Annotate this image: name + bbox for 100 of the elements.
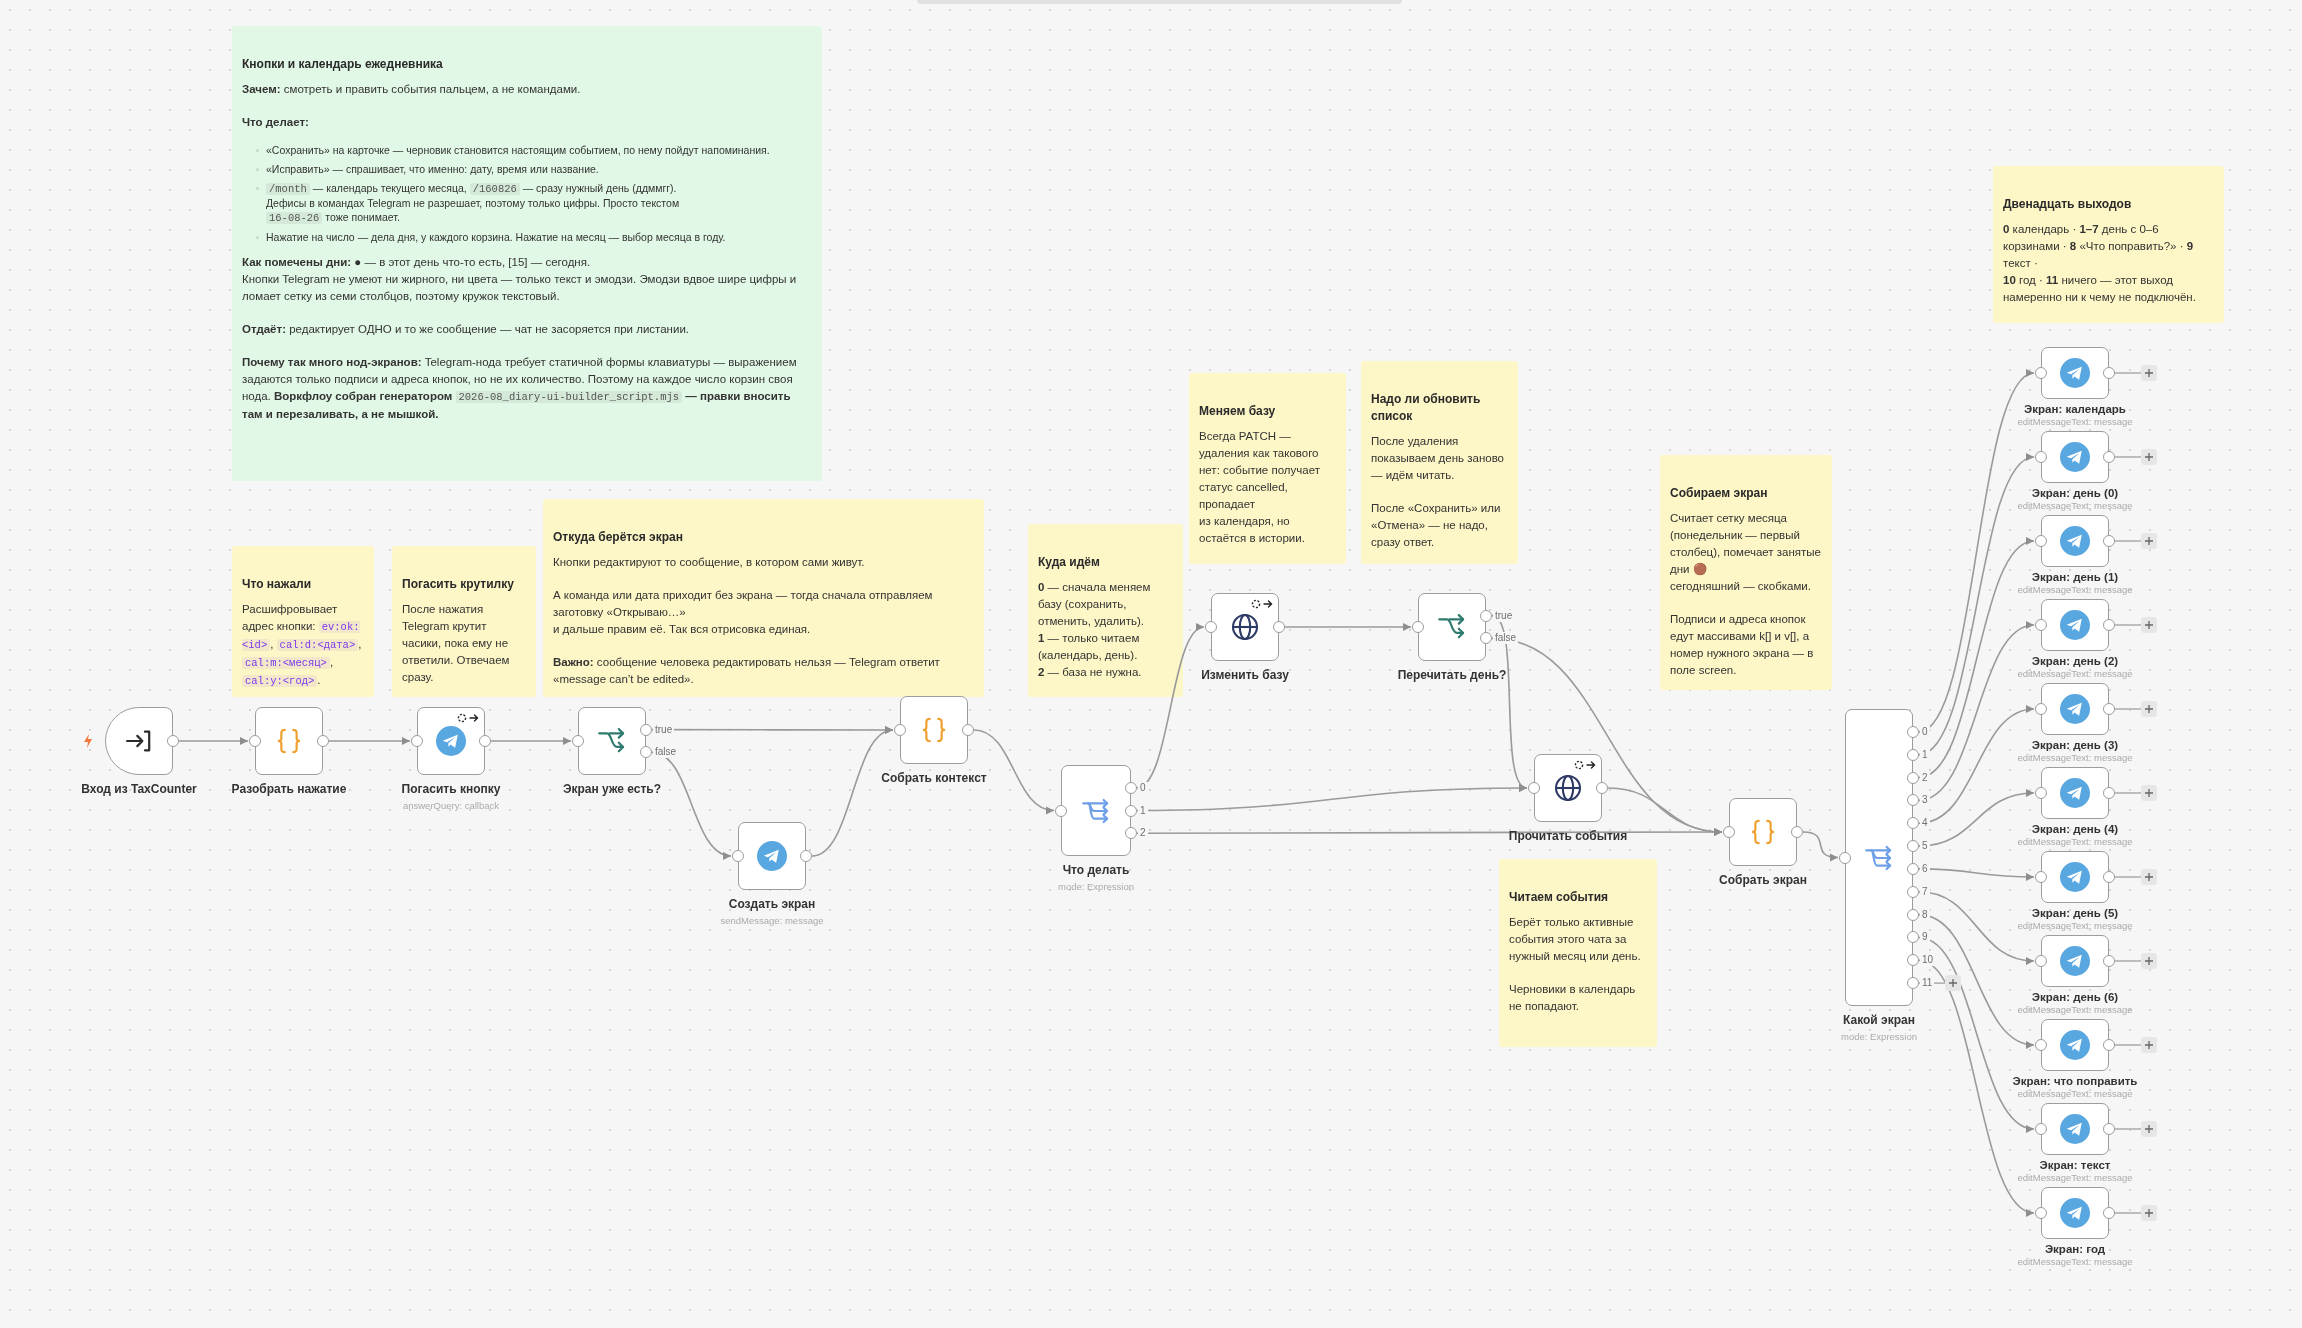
node-subtitle: editMessageText: message — [2017, 836, 2133, 847]
node-label: Вход из TaxCounter — [81, 782, 197, 797]
input-port[interactable] — [1528, 782, 1540, 794]
add-node-button[interactable] — [2141, 617, 2157, 633]
add-node-button[interactable] — [2141, 701, 2157, 717]
workflow-node[interactable] — [2041, 851, 2109, 903]
node-label: Собрать контекст — [881, 771, 987, 786]
workflow-node[interactable] — [2041, 1103, 2109, 1155]
node-label: Экран: год — [2044, 1242, 2106, 1256]
workflow-node[interactable] — [2041, 599, 2109, 651]
note-title: Куда идём — [1038, 554, 1101, 571]
add-node-button[interactable] — [2141, 533, 2157, 549]
list-item-text: «Исправить» — спрашивает, что именно: дату, время или название. — [266, 162, 599, 176]
workflow-node[interactable] — [2041, 1019, 2109, 1071]
node-subtitle: editMessageText: message — [2017, 1004, 2133, 1015]
workflow-node[interactable] — [2041, 1187, 2109, 1239]
add-node-button[interactable] — [2141, 1205, 2157, 1221]
add-node-button[interactable] — [2141, 449, 2157, 465]
workflow-node[interactable] — [105, 707, 173, 775]
input-port[interactable] — [2035, 619, 2047, 631]
node-label: Собрать экран — [1719, 873, 1807, 888]
input-port[interactable] — [249, 735, 261, 747]
input-port[interactable] — [894, 724, 906, 736]
note-title: Двенадцать выходов — [2003, 196, 2133, 213]
workflow-node[interactable] — [900, 696, 968, 764]
node-subtitle: mode: Expression — [1841, 1030, 1917, 1043]
port-label: 0 — [1920, 725, 1930, 738]
workflow-node[interactable] — [578, 707, 646, 775]
add-node-button[interactable] — [2141, 869, 2157, 885]
workflow-node[interactable] — [738, 822, 806, 890]
workflow-node[interactable] — [1534, 754, 1602, 822]
add-node-button[interactable] — [2141, 365, 2157, 381]
input-port[interactable] — [2035, 871, 2047, 883]
connection-line — [178, 737, 249, 745]
input-port[interactable] — [2035, 1207, 2047, 1219]
port-label: true — [1493, 609, 1515, 622]
note-text: После «Сохранить» или «Отмена» — не надо, сразу ответ. — [1371, 501, 1502, 550]
workflow-node[interactable] — [1061, 765, 1131, 856]
node-label: Экран: день (3) — [2031, 738, 2119, 752]
input-port[interactable] — [2035, 1039, 2047, 1051]
input-port[interactable] — [2035, 367, 2047, 379]
paper-plane-icon — [436, 726, 466, 756]
port-label: 1 — [1920, 748, 1930, 761]
input-port[interactable] — [2035, 787, 2047, 799]
add-node-button[interactable] — [2141, 953, 2157, 969]
node-label: Какой экран — [1843, 1013, 1915, 1028]
input-port[interactable] — [732, 850, 744, 862]
workflow-node[interactable] — [2041, 515, 2109, 567]
globe-icon — [1552, 772, 1584, 804]
workflow-node[interactable] — [2041, 767, 2109, 819]
workflow-node[interactable] — [1211, 593, 1279, 661]
note-title: Надо ли обновить список — [1371, 391, 1482, 425]
node-subtitle: editMessageText: message — [2017, 416, 2133, 427]
node-subtitle: editMessageText: message — [2017, 1256, 2133, 1267]
dashed-circle-icon[interactable] — [1574, 760, 1584, 770]
input-port[interactable] — [2035, 955, 2047, 967]
add-node-button[interactable] — [2141, 785, 2157, 801]
arrow-right-icon[interactable] — [469, 713, 479, 723]
add-node-button[interactable] — [2141, 1037, 2157, 1053]
add-node-button[interactable] — [1945, 975, 1961, 992]
arrow-right-icon[interactable] — [1263, 599, 1273, 609]
input-port[interactable] — [2035, 535, 2047, 547]
add-node-button[interactable] — [2141, 1121, 2157, 1137]
workflow-node[interactable] — [255, 707, 323, 775]
workflow-node[interactable] — [2041, 935, 2109, 987]
paper-plane-icon — [2060, 862, 2090, 892]
workflow-node[interactable] — [1845, 709, 1913, 1006]
plus-icon — [2145, 705, 2153, 713]
workflow-node[interactable] — [417, 707, 485, 775]
note-title: Читаем события — [1509, 889, 1609, 906]
input-port[interactable] — [1723, 826, 1735, 838]
input-port[interactable] — [2035, 703, 2047, 715]
input-port[interactable] — [2035, 451, 2047, 463]
workflow-node[interactable] — [1729, 798, 1797, 866]
node-label: Экран: календарь — [2024, 402, 2126, 416]
paper-plane-icon — [2060, 778, 2090, 808]
node-subtitle: answerQuery: callback — [402, 799, 500, 812]
node-label: Экран: день (6) — [2031, 990, 2119, 1004]
input-port[interactable] — [1205, 621, 1217, 633]
node-subtitle: editMessageText: message — [2017, 584, 2133, 595]
workflow-node[interactable] — [1418, 593, 1486, 661]
workflow-node[interactable] — [2041, 347, 2109, 399]
note-text: Кнопки редактируют то сообщение, в котором сами живут. — [553, 555, 866, 570]
node-label: Создать экран — [728, 897, 816, 912]
workflow-node[interactable] — [2041, 431, 2109, 483]
node-label: Экран уже есть? — [562, 782, 662, 797]
note-text: Важно: сообщение человека редактировать нельзя — Telegram ответит «message can’t be edited». — [553, 655, 941, 687]
note-text: После нажатия Telegram крутит часики, пока ему не ответили. Отвечаем сразу. — [402, 602, 511, 685]
node-label: Что делать — [1062, 863, 1130, 878]
input-port[interactable] — [411, 735, 423, 747]
input-port[interactable] — [2035, 1123, 2047, 1135]
node-subtitle: sendMessage: message — [720, 914, 824, 927]
workflow-node[interactable] — [2041, 683, 2109, 735]
plus-icon — [2145, 369, 2153, 377]
input-port[interactable] — [1412, 621, 1424, 633]
dashed-circle-icon[interactable] — [1251, 599, 1261, 609]
plus-icon — [2145, 957, 2153, 965]
input-port[interactable] — [572, 735, 584, 747]
dashed-circle-icon[interactable] — [457, 713, 467, 723]
arrow-right-icon[interactable] — [1586, 760, 1596, 770]
